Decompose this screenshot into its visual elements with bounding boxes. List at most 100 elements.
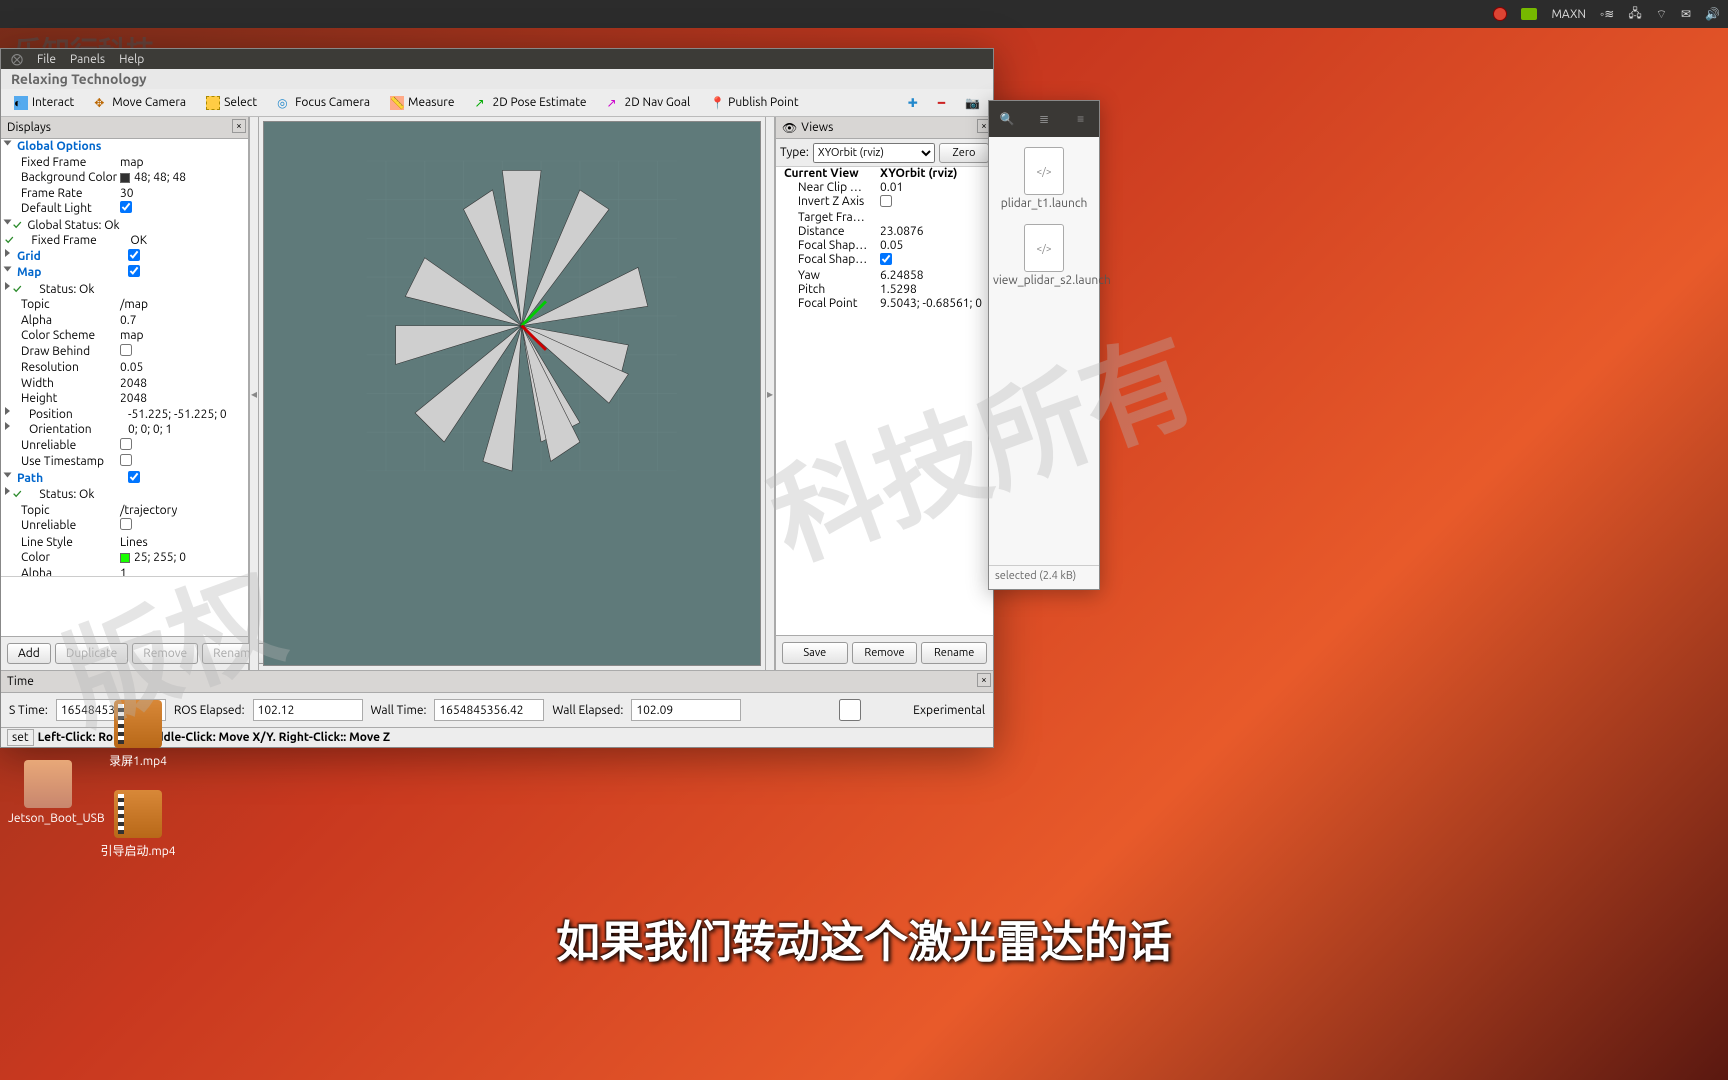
- list-view-icon[interactable]: ≣: [1034, 109, 1054, 129]
- tree-row[interactable]: Resolution0.05: [1, 360, 248, 376]
- wall-time-field[interactable]: [434, 699, 544, 721]
- lidar-map-visual: [264, 122, 760, 665]
- ros-elapsed-label: ROS Elapsed:: [174, 704, 245, 717]
- tree-row[interactable]: Fixed Framemap: [1, 155, 248, 171]
- add-button[interactable]: Add: [7, 643, 51, 664]
- view-row[interactable]: Distance23.0876: [776, 225, 993, 239]
- tree-row[interactable]: ✓Status: Ok: [1, 282, 248, 298]
- zero-button[interactable]: Zero: [939, 143, 989, 163]
- displays-desc: [1, 576, 248, 636]
- tool-focus-camera[interactable]: ◎Focus Camera: [268, 92, 379, 114]
- tree-row[interactable]: Topic/map: [1, 297, 248, 313]
- tree-row[interactable]: Alpha0.7: [1, 313, 248, 329]
- view-row[interactable]: Near Clip …0.01: [776, 181, 993, 195]
- wall-time-label: Wall Time:: [371, 704, 427, 717]
- tree-row[interactable]: Line StyleLines: [1, 535, 248, 551]
- tree-row[interactable]: Background Color48; 48; 48: [1, 170, 248, 186]
- reset-button[interactable]: set: [7, 729, 34, 746]
- close-icon[interactable]: ×: [977, 673, 991, 687]
- view-row[interactable]: Focal Point9.5043; -0.68561; 0: [776, 297, 993, 311]
- tree-row[interactable]: ✓Fixed FrameOK: [1, 233, 248, 249]
- file-footer: selected (2.4 kB): [989, 565, 1099, 589]
- view-row[interactable]: Target Fra…: [776, 211, 993, 225]
- desktop-icon[interactable]: Jetson_Boot_USB: [8, 760, 88, 825]
- bluetooth-icon[interactable]: ⌔: [1656, 7, 1667, 22]
- tree-row[interactable]: Color25; 255; 0: [1, 550, 248, 566]
- experimental-checkbox[interactable]: [795, 699, 905, 721]
- duplicate-button[interactable]: Duplicate: [55, 643, 128, 664]
- tree-row[interactable]: Unreliable: [1, 438, 248, 455]
- remove-button[interactable]: Remove: [852, 642, 918, 664]
- tree-row[interactable]: ✓Status: Ok: [1, 487, 248, 503]
- view-type-select[interactable]: XYOrbit (rviz): [813, 143, 935, 163]
- view-row[interactable]: Invert Z Axis: [776, 195, 993, 211]
- tool-add-icon[interactable]: ✚: [899, 92, 927, 114]
- record-indicator-icon: [1493, 7, 1507, 21]
- wall-elapsed-label: Wall Elapsed:: [552, 704, 623, 717]
- tree-row[interactable]: Path: [1, 471, 248, 488]
- remove-button[interactable]: Remove: [132, 643, 198, 664]
- rename-button[interactable]: Rename: [921, 642, 987, 664]
- file-item[interactable]: view_plidar_s2.launch: [993, 224, 1095, 287]
- views-panel: 👁Views × Type: XYOrbit (rviz) Zero Curre…: [775, 117, 993, 670]
- close-icon[interactable]: ×: [232, 119, 246, 133]
- view-row[interactable]: Yaw6.24858: [776, 269, 993, 283]
- splitter-right[interactable]: ▸: [765, 117, 775, 670]
- save-button[interactable]: Save: [782, 642, 848, 664]
- desktop-icon[interactable]: 引导启动.mp4: [98, 790, 178, 859]
- displays-tree[interactable]: Global OptionsFixed FramemapBackground C…: [1, 139, 248, 576]
- menu-help[interactable]: Help: [119, 53, 144, 66]
- wall-elapsed-field[interactable]: [631, 699, 741, 721]
- tool-publish-point[interactable]: 📍Publish Point: [701, 92, 807, 114]
- tool-2d-nav-goal[interactable]: ↗2D Nav Goal: [598, 92, 700, 114]
- tree-row[interactable]: Height2048: [1, 391, 248, 407]
- 3d-viewport[interactable]: [263, 121, 761, 666]
- view-row[interactable]: Current ViewXYOrbit (rviz): [776, 167, 993, 181]
- tree-row[interactable]: Frame Rate30: [1, 186, 248, 202]
- view-row[interactable]: Focal Shap…: [776, 253, 993, 269]
- tree-row[interactable]: Draw Behind: [1, 344, 248, 361]
- wifi-icon[interactable]: ◦≋: [1600, 7, 1614, 21]
- tool-measure[interactable]: 📏Measure: [381, 92, 463, 114]
- view-row[interactable]: Pitch1.5298: [776, 283, 993, 297]
- tree-row[interactable]: Default Light: [1, 201, 248, 218]
- rviz-window: ⨂ File Panels Help Relaxing Technology ◐…: [0, 48, 994, 748]
- tool-select[interactable]: Select: [197, 92, 266, 114]
- displays-header: Displays ×: [1, 117, 248, 139]
- mail-icon[interactable]: ✉: [1681, 7, 1691, 21]
- search-icon[interactable]: 🔍: [997, 109, 1017, 129]
- tool-2d-pose-estimate[interactable]: ↗2D Pose Estimate: [465, 92, 595, 114]
- tree-row[interactable]: Topic/trajectory: [1, 503, 248, 519]
- rviz-menubar: ⨂ File Panels Help: [1, 49, 993, 69]
- tree-row[interactable]: ✓Global Status: Ok: [1, 218, 248, 234]
- tree-row[interactable]: Color Schememap: [1, 328, 248, 344]
- tree-row[interactable]: Unreliable: [1, 518, 248, 535]
- ros-elapsed-field[interactable]: [253, 699, 363, 721]
- menu-panels[interactable]: Panels: [70, 53, 105, 66]
- view-row[interactable]: Focal Shap…0.05: [776, 239, 993, 253]
- desktop-icon[interactable]: 录屏1.mp4: [98, 700, 178, 769]
- tree-row[interactable]: Map: [1, 265, 248, 282]
- file-item[interactable]: plidar_t1.launch: [993, 147, 1095, 210]
- tool-move-camera[interactable]: ✥Move Camera: [85, 92, 195, 114]
- volume-icon[interactable]: 🔊: [1705, 7, 1720, 21]
- tool-cam-icon[interactable]: 📷: [956, 92, 989, 114]
- menu-icon[interactable]: ≡: [1071, 109, 1091, 129]
- tree-row[interactable]: Global Options: [1, 139, 248, 155]
- tool-remove-icon[interactable]: ━: [929, 92, 954, 114]
- tool-interact[interactable]: ◐Interact: [5, 92, 83, 114]
- system-top-bar: MAXN ◦≋ 🖧 ⌔ ✉ 🔊: [0, 0, 1728, 28]
- views-tree[interactable]: Current ViewXYOrbit (rviz)Near Clip …0.0…: [776, 167, 993, 635]
- tree-row[interactable]: Use Timestamp: [1, 454, 248, 471]
- file-list[interactable]: plidar_t1.launch view_plidar_s2.launch: [989, 137, 1099, 311]
- power-mode[interactable]: MAXN: [1551, 8, 1586, 21]
- tree-row[interactable]: Position-51.225; -51.225; 0: [1, 407, 248, 423]
- tree-row[interactable]: Alpha1: [1, 566, 248, 577]
- splitter-left[interactable]: ◂: [249, 117, 259, 670]
- tree-row[interactable]: Grid: [1, 249, 248, 266]
- tree-row[interactable]: Orientation0; 0; 0; 1: [1, 422, 248, 438]
- window-controls[interactable]: ⨂: [11, 52, 23, 66]
- network-icon[interactable]: 🖧: [1628, 4, 1641, 25]
- menu-file[interactable]: File: [37, 53, 56, 66]
- tree-row[interactable]: Width2048: [1, 376, 248, 392]
